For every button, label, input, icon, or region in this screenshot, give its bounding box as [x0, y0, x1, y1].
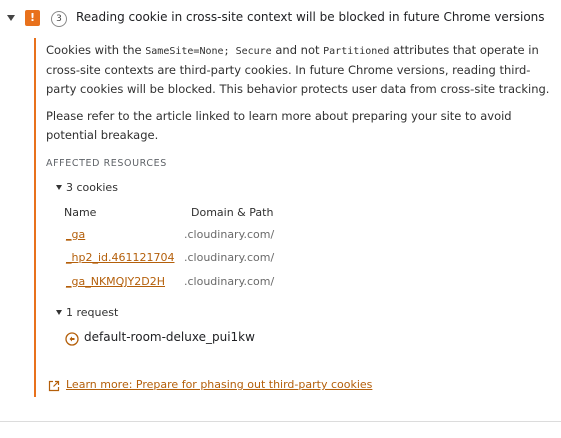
cookie-domain: .cloudinary.com/ [184, 275, 275, 288]
cookies-count-label: 3 cookies [66, 181, 118, 194]
issue-body: Cookies with the SameSite=None; Secure a… [34, 38, 561, 397]
triangle-down-icon [56, 309, 62, 315]
external-link-icon [48, 380, 60, 392]
issue-advice: Please refer to the article linked to le… [46, 109, 512, 142]
table-row: _hp2_id.461121704 .cloudinary.com/ [36, 251, 536, 271]
issue-count-badge: 3 [51, 11, 67, 27]
table-row: _ga .cloudinary.com/ [36, 228, 536, 248]
cookie-domain: .cloudinary.com/ [184, 251, 275, 264]
requests-count-label: 1 request [66, 306, 119, 319]
cookies-group-toggle[interactable]: 3 cookies [56, 181, 118, 194]
learn-more-link[interactable]: Learn more: Prepare for phasing out thir… [66, 378, 372, 391]
warning-icon: ! [25, 10, 40, 26]
column-header-domain: Domain & Path [191, 206, 274, 219]
cookie-name-link[interactable]: _hp2_id.461121704 [66, 251, 174, 264]
triangle-down-icon [56, 184, 62, 190]
code-samesite: SameSite=None; Secure [145, 46, 272, 57]
issue-panel: ! 3 Reading cookie in cross-site context… [0, 0, 561, 438]
cookie-name-link[interactable]: _ga_NKMQJY2D2H [66, 275, 165, 288]
requests-group-toggle[interactable]: 1 request [56, 306, 118, 319]
expand-arrow-icon[interactable] [7, 15, 15, 21]
affected-resources-heading: AFFECTED RESOURCES [46, 158, 167, 169]
cookie-name-link[interactable]: _ga [66, 228, 85, 241]
issue-header[interactable]: ! 3 Reading cookie in cross-site context… [0, 0, 561, 38]
description-text: Cookies with the [46, 43, 146, 57]
cookie-domain: .cloudinary.com/ [184, 228, 275, 241]
table-row: _ga_NKMQJY2D2H .cloudinary.com/ [36, 275, 536, 295]
description-text: and not [271, 43, 324, 57]
request-name[interactable]: default-room-deluxe_pui1kw [84, 330, 255, 344]
network-request-icon [65, 332, 79, 346]
code-partitioned: Partitioned [323, 46, 390, 57]
column-header-name: Name [64, 206, 97, 219]
issue-title[interactable]: Reading cookie in cross-site context wil… [76, 10, 545, 24]
issue-description: Cookies with the SameSite=None; Secure a… [46, 41, 556, 99]
divider [0, 421, 561, 422]
